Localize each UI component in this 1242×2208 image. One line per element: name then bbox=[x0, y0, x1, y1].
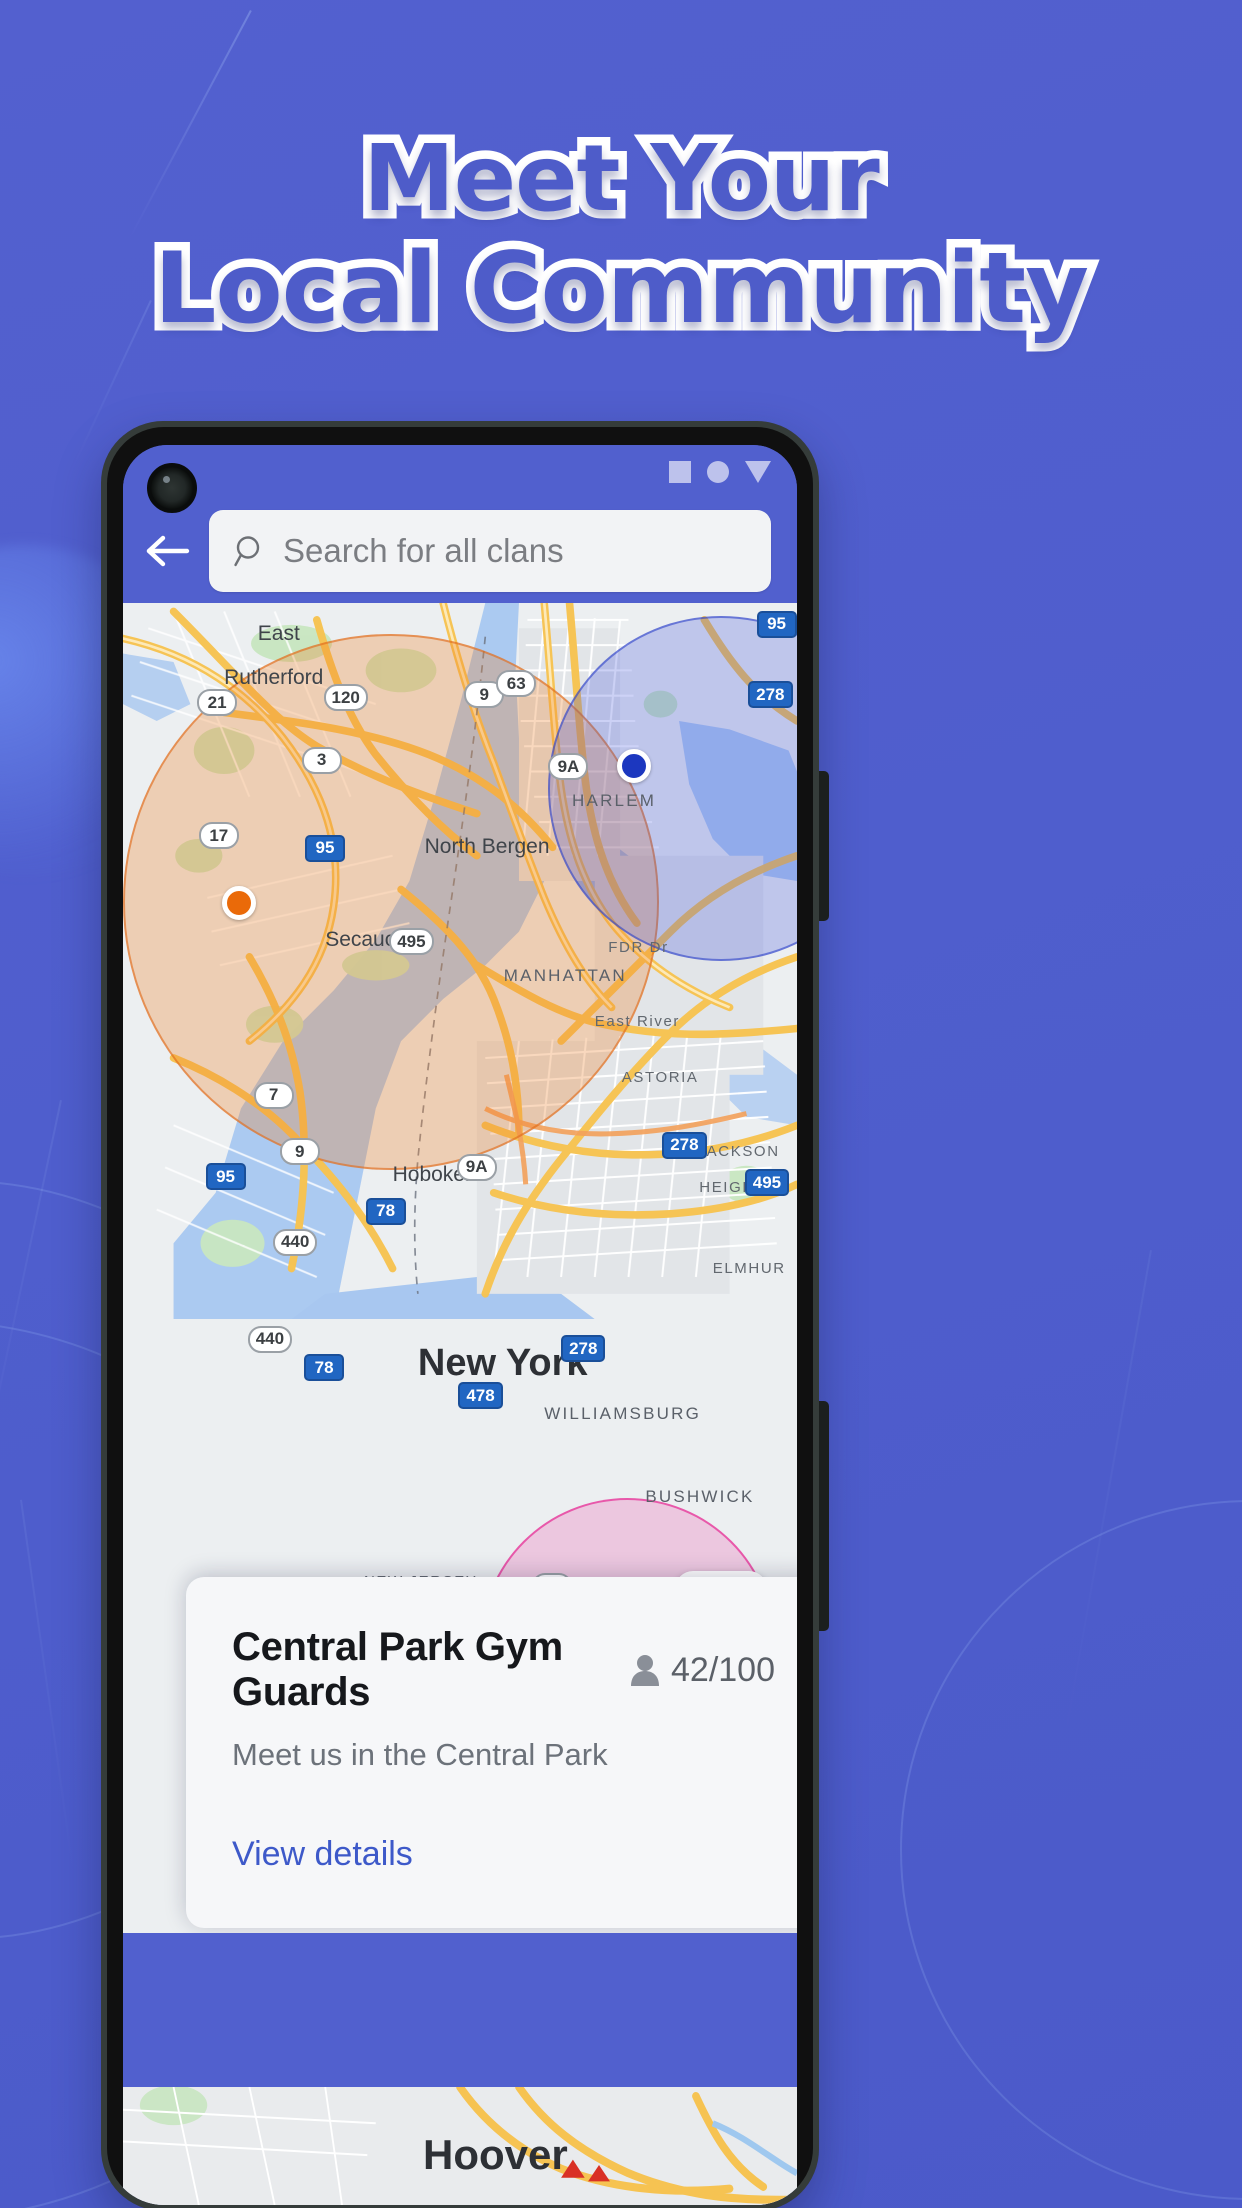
decorative-arc bbox=[900, 1500, 1242, 2200]
route-shield: 95 bbox=[205, 1163, 246, 1191]
route-shield: 120 bbox=[323, 684, 368, 712]
headline-line-1: Meet Your bbox=[355, 123, 889, 234]
route-shield: 21 bbox=[197, 689, 238, 717]
app-bar: Search for all clans bbox=[123, 499, 797, 603]
status-bar bbox=[123, 445, 797, 513]
route-shield: 440 bbox=[272, 1228, 318, 1256]
route-shield: 440 bbox=[247, 1325, 293, 1353]
phone-mockup: Search for all clans East Rutherford Nor… bbox=[101, 421, 829, 2208]
map-bottom-strip: Hoover bbox=[123, 2087, 797, 2205]
map-view[interactable]: East Rutherford North Bergen Secaucus MANHAT… bbox=[123, 603, 797, 1933]
route-shield: 9A bbox=[456, 1153, 497, 1181]
headline-line-2: Local Community bbox=[145, 230, 1097, 347]
route-shield: 9 bbox=[279, 1138, 320, 1166]
back-button[interactable] bbox=[141, 524, 195, 578]
route-shield: 95 bbox=[304, 834, 345, 862]
route-shield: 9A bbox=[548, 753, 589, 781]
view-details-link[interactable]: View details bbox=[232, 1835, 775, 1874]
clan-info-card[interactable]: Central Park Gym Guards 42/100 Meet us i… bbox=[186, 1577, 797, 1928]
phone-screen: Search for all clans East Rutherford Nor… bbox=[123, 445, 797, 2205]
route-shield: 278 bbox=[748, 681, 793, 709]
clan-description: Meet us in the Central Park bbox=[232, 1737, 608, 1772]
clan-name: Central Park Gym Guards bbox=[232, 1625, 563, 1714]
arrow-left-icon bbox=[146, 535, 190, 567]
route-shield: 7 bbox=[253, 1081, 294, 1109]
square-icon bbox=[669, 461, 691, 483]
circle-icon bbox=[707, 461, 729, 483]
clan-card-header: Central Park Gym Guards 42/100 bbox=[232, 1625, 775, 1715]
triangle-down-icon bbox=[745, 461, 771, 483]
phone-power-button bbox=[819, 1401, 829, 1631]
route-shield: 495 bbox=[389, 928, 434, 956]
phone-volume-button bbox=[819, 771, 829, 921]
route-shield: 495 bbox=[744, 1169, 790, 1197]
route-shield: 278 bbox=[662, 1131, 707, 1159]
bottom-strip-label: Hoover bbox=[423, 2131, 568, 2178]
route-shield: 278 bbox=[561, 1335, 606, 1363]
route-shield: 78 bbox=[304, 1354, 345, 1382]
route-shield: 3 bbox=[301, 746, 342, 774]
map-label: WILLIAMSBURG bbox=[544, 1404, 702, 1424]
route-shield: 478 bbox=[458, 1382, 503, 1410]
search-placeholder-text: Search for all clans bbox=[283, 532, 564, 569]
route-shield: 17 bbox=[198, 822, 239, 850]
route-shield: 78 bbox=[365, 1197, 406, 1225]
front-camera-punch-hole bbox=[147, 463, 197, 513]
member-count-text: 42/100 bbox=[671, 1650, 775, 1689]
search-input[interactable]: Search for all clans bbox=[209, 510, 771, 592]
person-icon bbox=[631, 1655, 659, 1686]
search-icon bbox=[234, 536, 260, 567]
route-shield: 63 bbox=[496, 670, 537, 698]
harlem-marker[interactable] bbox=[617, 748, 652, 783]
clan-member-count: 42/100 bbox=[629, 1651, 775, 1690]
phone-bezel: Search for all clans East Rutherford Nor… bbox=[107, 427, 813, 2205]
promo-headline: Meet Your Local Community bbox=[0, 123, 1242, 347]
route-shield: 95 bbox=[756, 610, 797, 638]
